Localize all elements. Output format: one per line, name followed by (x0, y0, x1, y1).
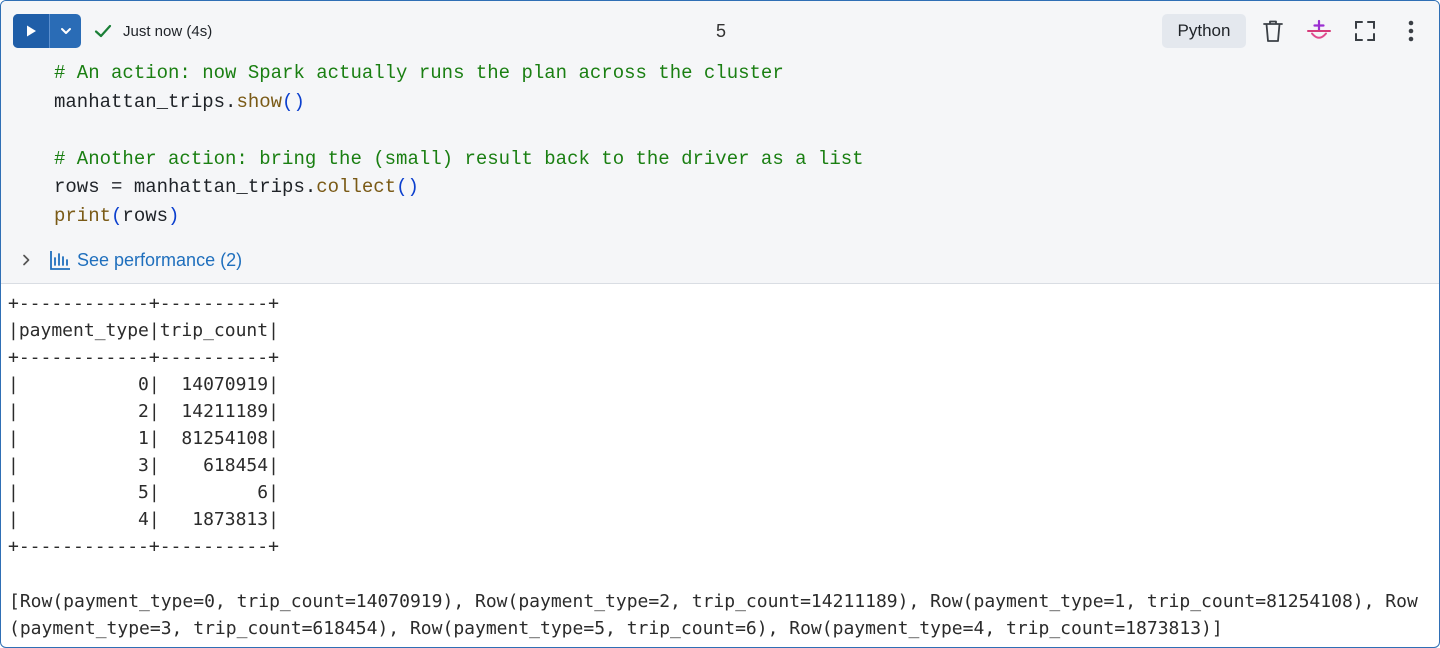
code-paren: ) (168, 204, 180, 227)
language-selector[interactable]: Python (1162, 14, 1246, 48)
code-text: rows (122, 204, 169, 227)
chevron-down-icon (60, 28, 71, 34)
table-row: | 0| 14070919| (8, 374, 279, 395)
see-performance-link[interactable]: See performance (2) (77, 250, 242, 271)
code-paren: ) (293, 90, 305, 113)
assistant-sparkle-icon (1307, 19, 1331, 39)
run-button-group (13, 14, 81, 48)
table-row: | 3| 618454| (8, 455, 279, 476)
table-row: | 5| 6| (8, 482, 279, 503)
see-performance-row[interactable]: See performance (2) (19, 246, 242, 274)
bar-chart-icon (50, 251, 70, 270)
run-cell-button[interactable] (13, 14, 49, 48)
table-row: | 1| 81254108| (8, 428, 279, 449)
code-function: show (236, 90, 283, 113)
delete-cell-button[interactable] (1258, 16, 1288, 46)
table-line: +------------+----------+ (8, 293, 279, 314)
code-function: collect (316, 176, 397, 198)
run-status-text: Just now (4s) (123, 22, 213, 40)
trash-icon (1263, 20, 1283, 42)
collect-output: [Row(payment_type=0, trip_count=14070919… (9, 591, 1418, 639)
run-options-dropdown[interactable] (50, 14, 81, 48)
fullscreen-button[interactable] (1350, 16, 1380, 46)
code-comment: # Another action: bring the (small) resu… (54, 147, 864, 170)
code-paren: ( (111, 204, 123, 227)
more-options-button[interactable] (1396, 16, 1426, 46)
cell-number: 5 (715, 21, 726, 41)
code-paren: ) (407, 176, 419, 198)
table-line: +------------+----------+ (8, 347, 279, 368)
code-text: rows = manhattan_trips. (54, 176, 317, 198)
code-function: print (54, 204, 112, 227)
expander-toggle[interactable] (19, 253, 33, 267)
code-comment: # An action: now Spark actually runs the… (54, 62, 784, 84)
code-text: manhattan_trips. (54, 90, 237, 113)
table-header-line: |payment_type|trip_count| (8, 320, 279, 341)
cell-editor-area: Just now (4s) 5 Python # An action: now … (1, 1, 1439, 284)
assistant-button[interactable] (1304, 16, 1334, 46)
output-table: +------------+----------+ |payment_type|… (8, 290, 279, 560)
notebook-cell: Just now (4s) 5 Python # An action: now … (0, 0, 1440, 648)
code-editor[interactable]: # An action: now Spark actually runs the… (54, 59, 864, 230)
chevron-right-icon (23, 254, 30, 266)
play-icon (27, 25, 36, 37)
table-line: +------------+----------+ (8, 536, 279, 557)
more-vertical-icon (1408, 20, 1414, 42)
expand-icon (1355, 21, 1375, 41)
code-paren: ( (282, 90, 294, 113)
code-paren: ( (396, 176, 408, 198)
table-row: | 4| 1873813| (8, 509, 279, 530)
run-status: Just now (4s) (93, 19, 212, 43)
table-row: | 2| 14211189| (8, 401, 279, 422)
check-icon (94, 24, 112, 38)
performance-icon-wrap (49, 249, 71, 271)
